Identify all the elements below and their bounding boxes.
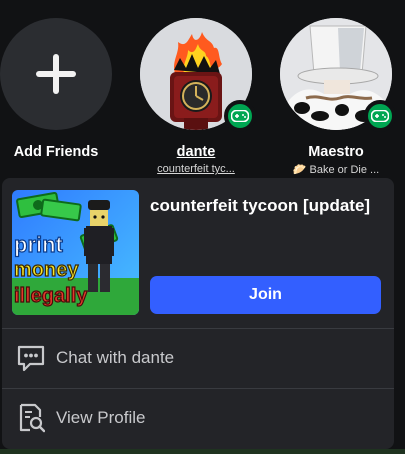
presence-badge (224, 100, 256, 132)
add-friends-button[interactable] (0, 18, 112, 130)
chat-with-friend-item[interactable]: Chat with dante (2, 328, 394, 388)
friend-game-maestro[interactable]: 🥟 Bake or Die ... (266, 163, 405, 176)
friend-name-dante[interactable]: dante (126, 144, 266, 160)
thumbnail-text-illegally: illegally (14, 285, 88, 307)
game-info: print money illegally counterfeit tycoon… (2, 178, 394, 328)
friend-game-dante[interactable]: counterfeit tyc... (126, 163, 266, 175)
add-friends-tile[interactable]: Add Friends (0, 18, 126, 160)
avatar[interactable] (140, 18, 256, 132)
background-content-strip (0, 449, 405, 454)
gamepad-icon (371, 110, 389, 122)
friend-activity-popup: print money illegally counterfeit tycoon… (2, 178, 394, 449)
thumbnail-text-money: money (14, 259, 79, 281)
friend-name-maestro[interactable]: Maestro (266, 144, 405, 160)
thumbnail-text-print: print (14, 232, 64, 257)
game-title: counterfeit tycoon [update] (150, 196, 371, 215)
friend-tile-dante[interactable]: dante counterfeit tyc... (126, 18, 266, 175)
add-friends-label: Add Friends (13, 144, 99, 160)
game-thumbnail[interactable]: print money illegally (12, 190, 139, 315)
avatar[interactable] (280, 18, 396, 132)
friend-tile-maestro[interactable]: Maestro 🥟 Bake or Die ... (266, 18, 405, 176)
friends-carousel: Add Friends dante counterfeit tyc... Mae… (0, 0, 405, 185)
view-profile-icon (15, 402, 47, 434)
gamepad-icon (231, 110, 249, 122)
view-profile-label: View Profile (56, 408, 146, 427)
chat-with-friend-label: Chat with dante (56, 348, 175, 367)
presence-badge (364, 100, 396, 132)
join-button[interactable]: Join (150, 276, 381, 314)
view-profile-item[interactable]: View Profile (2, 388, 394, 448)
chat-icon (15, 342, 47, 374)
